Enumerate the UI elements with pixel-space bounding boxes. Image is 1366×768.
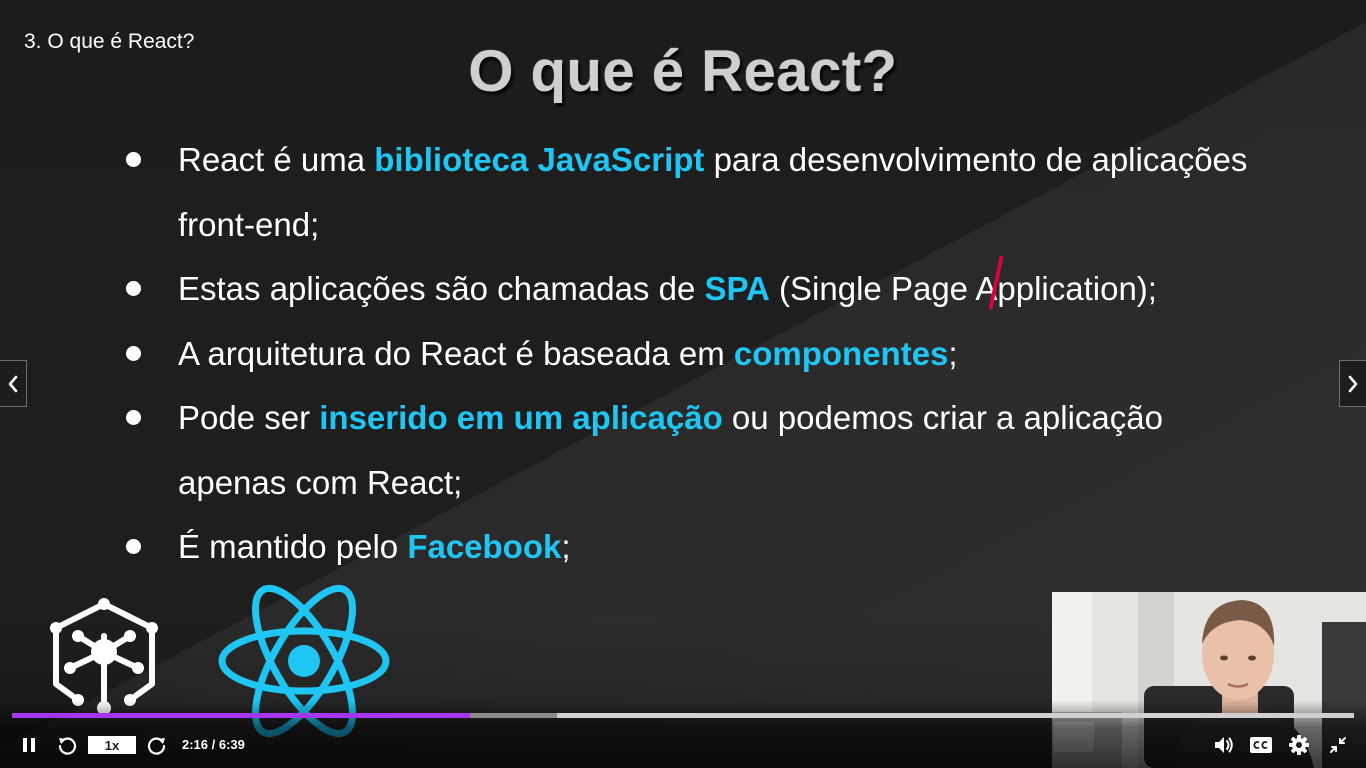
slide-title: O que é React?: [468, 39, 898, 104]
bullet-text: (Single Page Application);: [769, 270, 1157, 307]
lecture-title: 3. O que é React?: [24, 30, 195, 53]
bullet-text: ;: [948, 334, 958, 372]
bullet-dot: [126, 539, 141, 554]
bullet-line: Pode ser inserido em um aplicação ou pod…: [178, 386, 1320, 451]
settings-button[interactable]: [1287, 733, 1311, 757]
pause-button[interactable]: [18, 733, 40, 757]
captions-button[interactable]: [1249, 733, 1273, 757]
bullet-text: apenas com React;: [178, 463, 463, 501]
bullet-line: front-end;: [178, 193, 1320, 258]
slide-bullet: React é uma biblioteca JavaScript para d…: [120, 128, 1320, 257]
bullet-text: Estas aplicações são chamadas de: [178, 270, 705, 307]
slide-bullet: É mantido pelo Facebook;: [120, 515, 1320, 580]
next-lecture-button[interactable]: [1339, 360, 1366, 407]
bullet-line: É mantido pelo Facebook;: [178, 515, 1320, 580]
bullet-line: Estas aplicações são chamadas de SPA (Si…: [178, 257, 1320, 322]
bullet-text: para desenvolvimento de aplicações: [704, 141, 1248, 178]
progress-bar[interactable]: [12, 713, 1354, 718]
highlighted-term: biblioteca JavaScript: [374, 141, 705, 178]
highlighted-term: componentes: [733, 334, 949, 372]
bullet-dot: [126, 152, 141, 167]
forward-button[interactable]: [146, 733, 168, 757]
bullet-line: A arquitetura do React é baseada em comp…: [178, 322, 1320, 387]
bullet-line: React é uma biblioteca JavaScript para d…: [178, 128, 1320, 193]
exit-fullscreen-button[interactable]: [1326, 733, 1350, 757]
slide-bullet-list: React é uma biblioteca JavaScript para d…: [120, 128, 1320, 580]
bullet-text: A arquitetura do React é baseada em: [178, 334, 734, 372]
bullet-line: apenas com React;: [178, 451, 1320, 516]
volume-button[interactable]: [1212, 733, 1236, 757]
bullet-text: Pode ser: [178, 399, 320, 436]
slide-bullet: A arquitetura do React é baseada em comp…: [120, 322, 1320, 387]
bullet-text: ;: [561, 528, 571, 565]
gear-icon: [1289, 735, 1309, 755]
progress-played: [12, 713, 470, 718]
chevron-right-icon: [1348, 375, 1358, 392]
highlighted-term: SPA: [704, 270, 770, 307]
slide-bullet: Pode ser inserido em um aplicação ou pod…: [120, 386, 1320, 515]
volume-icon: [1215, 737, 1233, 753]
chevron-left-icon: [8, 375, 18, 392]
rewind-button[interactable]: [56, 733, 78, 757]
video-stage[interactable]: O que é React? React é uma biblioteca Ja…: [0, 0, 1366, 768]
pause-icon: [23, 738, 35, 752]
bullet-text: front-end;: [178, 205, 320, 243]
slide-bullet: Estas aplicações são chamadas de SPA (Si…: [120, 257, 1320, 322]
exit-fullscreen-icon: [1330, 737, 1346, 753]
player-control-bar: [0, 700, 1366, 768]
bullet-dot: [126, 410, 141, 425]
playback-speed-button[interactable]: 1x: [88, 736, 136, 754]
bullet-text: É mantido pelo: [178, 528, 408, 565]
playback-time: 2:16 / 6:39: [182, 737, 245, 752]
bullet-dot: [126, 345, 141, 361]
highlighted-term: inserido em um aplicação: [319, 399, 723, 436]
bullet-dot: [126, 281, 141, 296]
bullet-text: React é uma: [178, 141, 375, 178]
captions-icon: [1250, 737, 1272, 753]
rewind-5-icon: [58, 737, 77, 755]
bullet-text: ou podemos criar a aplicação: [722, 399, 1163, 436]
forward-5-icon: [147, 737, 166, 755]
previous-lecture-button[interactable]: [0, 360, 27, 407]
highlighted-term: Facebook: [407, 528, 562, 565]
